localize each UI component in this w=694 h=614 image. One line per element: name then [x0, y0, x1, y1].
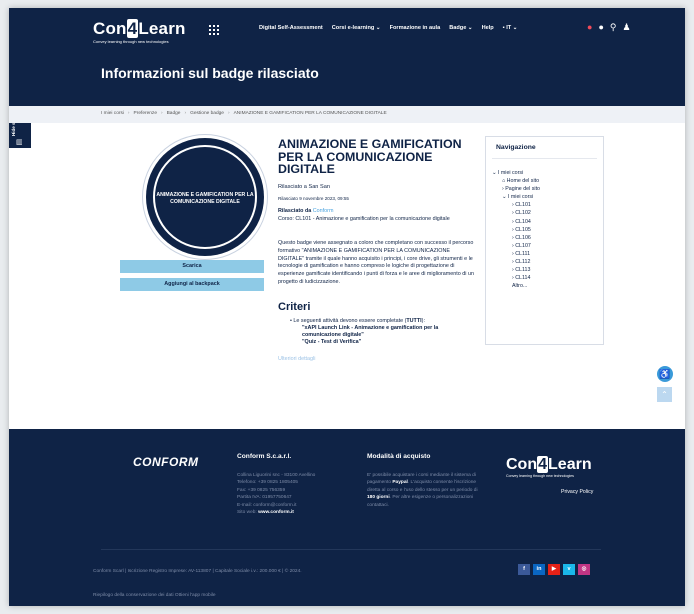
chevron-right-icon: › [184, 111, 187, 116]
linkedin-icon[interactable]: in [533, 564, 545, 575]
add-to-backpack-button[interactable]: Aggiungi al backpack [120, 278, 264, 291]
conform-logo: CONFORM [133, 455, 199, 469]
website-link[interactable]: www.conform.it [258, 510, 294, 515]
purchase-heading: Modalità di acquisto [367, 453, 431, 460]
nav-node[interactable]: › CL114 [486, 275, 540, 283]
breadcrumb-item[interactable]: Badge [167, 111, 181, 116]
footer: CONFORM Conform S.c.a.r.l. Collina Liguo… [9, 429, 685, 606]
address-line: Collina Liguorini snc - 83100 Avellino [237, 473, 316, 478]
facebook-icon[interactable]: f [518, 564, 530, 575]
fax-line: Fax: +39 0825 756359 [237, 487, 286, 493]
nav-node[interactable]: › CL102 [486, 210, 540, 218]
breadcrumb-item[interactable]: Gestione badge [190, 111, 224, 116]
badge-image-text: ANIMAZIONE E GAMIFICATION PER LA COMUNIC… [156, 192, 254, 205]
chevron-right-icon: › [161, 111, 163, 116]
download-button[interactable]: Scarica [120, 260, 264, 273]
header-icons: ● ● ⚲ ♟ [587, 22, 631, 32]
nav-node[interactable]: › CL107 [486, 243, 540, 251]
issued-to: Rilasciato a San San [278, 183, 330, 190]
purchase-info: Modalità di acquisto E' possibile acquis… [367, 453, 479, 509]
vat-line: Partita IVA: 01957750647 [237, 495, 292, 501]
conlearn-logo[interactable]: Con4Learn Convey learning through new te… [93, 19, 186, 44]
company-info: Conform S.c.a.r.l. Collina Liguorini snc… [237, 453, 347, 516]
nav-badge[interactable]: Badge ⌄ [449, 25, 472, 31]
chat-icon[interactable]: ● [598, 22, 603, 32]
breadcrumb-item[interactable]: I miei corsi [101, 111, 124, 116]
badge-image: ANIMAZIONE E GAMIFICATION PER LA COMUNIC… [146, 138, 264, 256]
criteria-item: "xAPI Launch Link - Animazione e gamific… [302, 324, 439, 338]
nav-node[interactable]: › Pagine del sito [486, 186, 540, 194]
badge-description: Questo badge viene assegnato a coloro ch… [278, 240, 474, 285]
issuer: Rilasciato da Conform [278, 207, 334, 214]
criteria-list: • Le seguenti attività devono essere com… [278, 318, 474, 346]
issuer-link[interactable]: Conform [313, 208, 334, 214]
breadcrumb-current: ANIMAZIONE E GAMIFICATION PER LA COMUNIC… [233, 111, 387, 116]
accessibility-icon[interactable]: ♿ [657, 366, 673, 382]
nav-formazione-in-aula[interactable]: Formazione in aula [390, 25, 441, 31]
badge-details: ANIMAZIONE E GAMIFICATION PER LA COMUNIC… [278, 138, 474, 362]
nav-node[interactable]: Altro... [486, 283, 540, 291]
nav-node[interactable]: › CL113 [486, 267, 540, 275]
conlearn-footer-logo: Con4Learn Convey learning through new te… [506, 456, 592, 478]
nav-node[interactable]: › CL112 [486, 259, 540, 267]
navigation-block: Navigazione ⌄ I miei corsi ⌂ Home del si… [485, 136, 604, 345]
nav-node[interactable]: ⌂ Home del sito [486, 178, 540, 186]
email-line[interactable]: E-mail: conform@conform.it [237, 502, 347, 509]
page-title: Informazioni sul badge rilasciato [101, 65, 319, 81]
more-details-link[interactable]: Ulteriori dettagli [278, 356, 474, 362]
back-to-top-icon[interactable]: ⌃ [657, 387, 672, 402]
chevron-right-icon: › [127, 111, 130, 116]
navigation-tree: ⌄ I miei corsi ⌂ Home del sito › Pagine … [486, 170, 540, 291]
main-nav: Digital Self-Assessment Corsi e-learning… [259, 25, 517, 31]
navigation-heading: Navigazione [496, 144, 536, 151]
social-links: f in ▶ v ◎ [518, 564, 590, 575]
criteria-heading: Criteri [278, 300, 311, 313]
breadcrumb-item[interactable]: Preferenze [134, 111, 157, 116]
website-line: Sito web: www.conform.it [237, 510, 294, 516]
nav-help[interactable]: Help [482, 25, 494, 31]
criteria-item: "Quiz - Test di Verifica" [302, 338, 362, 345]
vimeo-icon[interactable]: v [563, 564, 575, 575]
criteria-intro: • Le seguenti attività devono essere com… [290, 317, 425, 324]
nav-node[interactable]: ⌄ I miei corsi [486, 170, 540, 178]
nav-digital-self-assessment[interactable]: Digital Self-Assessment [259, 25, 323, 31]
sidebar-icon: ▥ [16, 139, 23, 146]
breadcrumb: I miei corsi › Preferenze › Badge › Gest… [9, 106, 685, 123]
chevron-right-icon: › [227, 111, 230, 116]
nav-corsi-elearning[interactable]: Corsi e-learning ⌄ [332, 25, 381, 31]
header: Con4Learn Convey learning through new te… [9, 8, 685, 106]
youtube-icon[interactable]: ▶ [548, 564, 560, 575]
privacy-policy-link[interactable]: Privacy Policy [561, 489, 593, 495]
nav-node[interactable]: › CL104 [486, 219, 540, 227]
nav-language[interactable]: ▪ IT ⌄ [503, 25, 518, 31]
legal-info: Conform Scarl | Iscrizione Registro Impr… [93, 569, 302, 574]
nav-node[interactable]: › CL105 [486, 227, 540, 235]
badge-title: ANIMAZIONE E GAMIFICATION PER LA COMUNIC… [278, 137, 462, 176]
footer-bottom-links[interactable]: Riepilogo della conservazione dei dati O… [93, 593, 216, 598]
phone-line: Telefono: +39 0825 1805405 [237, 480, 298, 486]
course: Corso: CL101 - Animazione e gamification… [278, 215, 450, 222]
issued-date: Rilasciato 9 novembre 2023, 09:55 [278, 195, 349, 201]
instagram-icon[interactable]: ◎ [578, 564, 590, 575]
nav-node[interactable]: › CL106 [486, 235, 540, 243]
search-icon[interactable]: ⚲ [610, 22, 617, 32]
company-heading: Conform S.c.a.r.l. [237, 453, 292, 460]
user-icon[interactable]: ♟ [622, 22, 630, 32]
bell-icon[interactable]: ● [587, 22, 592, 32]
apps-grid-icon[interactable] [209, 25, 219, 35]
nav-node[interactable]: › CL101 [486, 202, 540, 210]
nav-node[interactable]: ⌄ I miei corsi [486, 194, 540, 202]
page-frame: Con4Learn Convey learning through new te… [9, 8, 685, 606]
purchase-text: E' possibile acquistare i corsi mediante… [367, 473, 478, 508]
nav-node[interactable]: › CL111 [486, 251, 540, 259]
